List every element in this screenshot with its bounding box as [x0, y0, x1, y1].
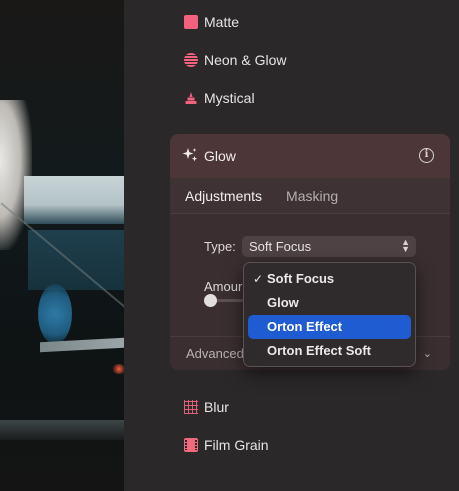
menu-item-label: Soft Focus [267, 271, 335, 286]
photo-bottom-light [0, 420, 124, 440]
effect-neon-glow[interactable]: Neon & Glow [184, 48, 286, 72]
menu-item-label: Glow [267, 295, 299, 310]
matte-icon [184, 15, 198, 29]
type-dropdown-menu: ✓ Soft Focus Glow Orton Effect Orton Eff… [243, 262, 416, 367]
sparkle-icon [182, 147, 198, 166]
checkmark-icon: ✓ [253, 272, 264, 286]
glow-tabs: Adjustments Masking [170, 178, 450, 214]
effect-film-grain-label: Film Grain [204, 437, 269, 453]
advanced-label: Advanced [186, 346, 244, 361]
type-label: Type: [204, 239, 236, 254]
effect-neon-glow-label: Neon & Glow [204, 52, 287, 68]
glow-header[interactable]: Glow i [170, 134, 450, 178]
blur-icon [184, 400, 198, 414]
glow-title: Glow [204, 148, 236, 164]
photo-fur-area [0, 100, 32, 250]
effect-blur-label: Blur [204, 399, 229, 415]
tab-masking[interactable]: Masking [286, 188, 338, 204]
menu-item-glow[interactable]: Glow [248, 291, 411, 315]
type-select-value: Soft Focus [249, 239, 312, 254]
type-select[interactable]: Soft Focus ▲ ▼ [242, 236, 416, 257]
menu-item-orton-effect-soft[interactable]: Orton Effect Soft [248, 339, 411, 363]
amount-label: Amour [204, 279, 243, 294]
effect-film-grain[interactable]: Film Grain [184, 433, 269, 457]
neon-glow-icon [184, 53, 198, 67]
film-grain-icon [184, 438, 198, 452]
menu-item-orton-effect[interactable]: Orton Effect [248, 315, 411, 339]
effects-panel: Matte Neon & Glow Mystical Glow i Adjust… [124, 0, 459, 491]
photo-preview [0, 0, 124, 491]
chevron-down-icon: ⌄ [422, 348, 432, 360]
menu-item-soft-focus[interactable]: ✓ Soft Focus [248, 267, 411, 291]
photo-blue-figure [38, 284, 72, 344]
effect-blur[interactable]: Blur [184, 395, 229, 419]
chevron-updown-icon: ▲ ▼ [401, 237, 410, 254]
menu-item-label: Orton Effect [267, 319, 343, 334]
amount-slider-thumb[interactable] [204, 294, 217, 307]
mystical-icon [184, 91, 198, 105]
effect-mystical-label: Mystical [204, 90, 255, 106]
info-icon[interactable]: i [419, 148, 434, 163]
effect-matte-label: Matte [204, 14, 240, 30]
tab-adjustments[interactable]: Adjustments [185, 188, 262, 204]
effect-matte[interactable]: Matte [184, 10, 239, 34]
menu-item-label: Orton Effect Soft [267, 343, 371, 358]
effect-mystical[interactable]: Mystical [184, 86, 255, 110]
photo-bus [24, 176, 124, 224]
photo-red-light [112, 364, 124, 374]
